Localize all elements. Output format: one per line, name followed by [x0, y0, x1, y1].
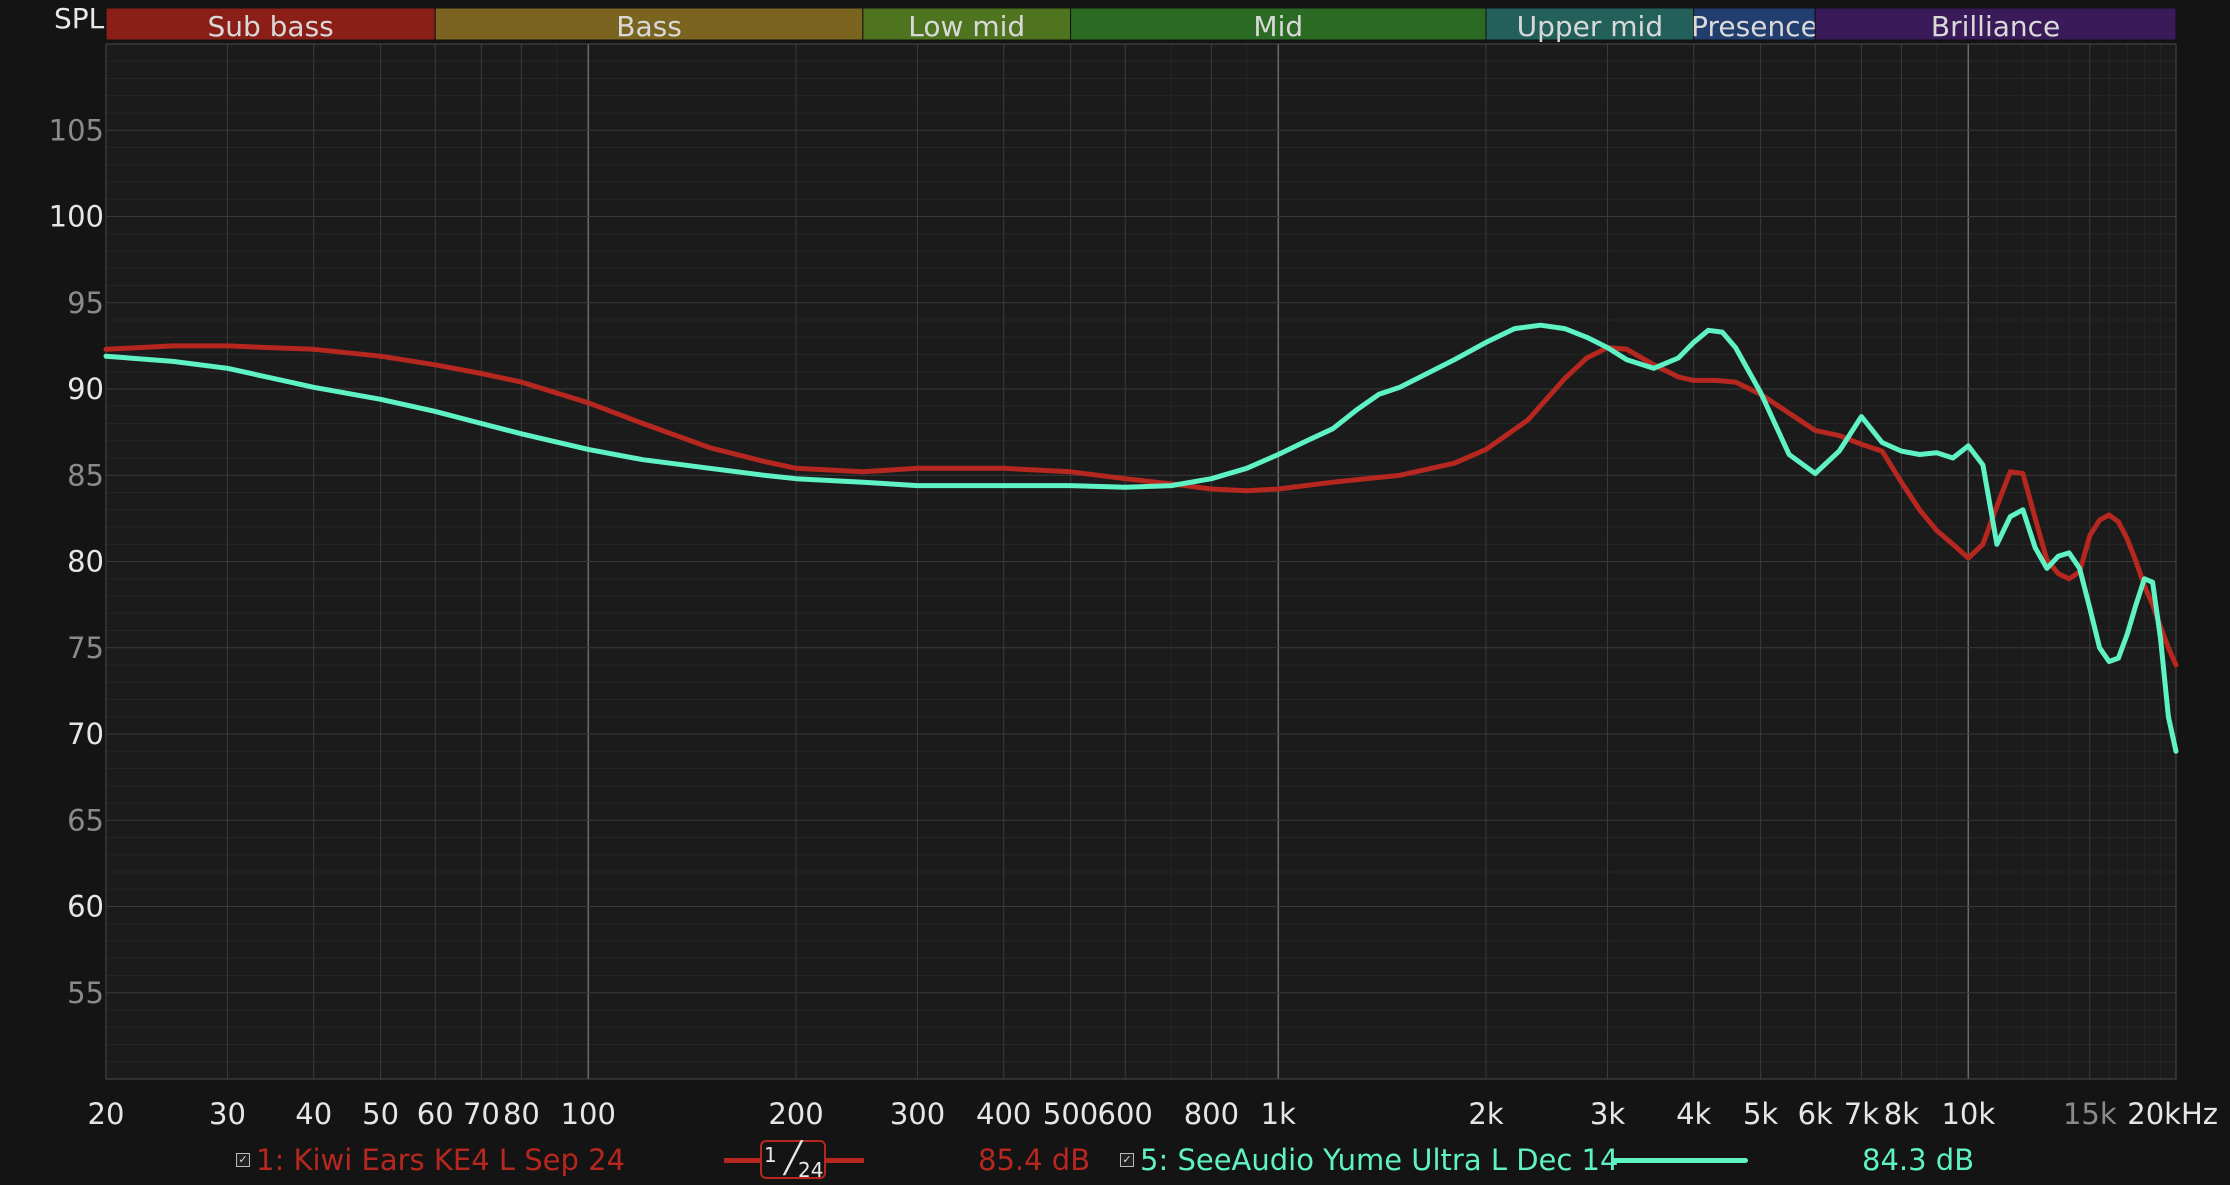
- x-tick-label: 300: [890, 1097, 945, 1131]
- y-tick-label: 95: [67, 286, 104, 320]
- frequency-response-chart: Sub bass Bass Low mid Mid Upper mid Presence B…: [49, 2, 2218, 1131]
- y-tick-label: 100: [49, 200, 104, 234]
- series-2-level: 84.3 dB: [1862, 1143, 1975, 1177]
- series-1-level: 85.4 dB: [978, 1143, 1091, 1177]
- y-tick-label: 105: [49, 113, 104, 147]
- band-label: Presence: [1691, 10, 1818, 43]
- y-tick-label: 90: [67, 372, 104, 406]
- y-tick-label: 70: [67, 717, 104, 751]
- x-tick-label: 8k: [1884, 1097, 1919, 1131]
- x-tick-label: 5k: [1743, 1097, 1778, 1131]
- x-tick-label: 70: [463, 1097, 500, 1131]
- x-tick-label: 50: [362, 1097, 399, 1131]
- series-2-legend-swatch: [1612, 1158, 1748, 1163]
- smoothing-line-left: [724, 1158, 762, 1163]
- x-tick-label: 1k: [1261, 1097, 1296, 1131]
- y-tick-label: 80: [67, 545, 104, 579]
- series-2-checkbox[interactable]: ✓: [1120, 1153, 1134, 1167]
- y-tick-labels: 55 60 65 70 75 80 85 90 95 100 105: [49, 113, 104, 1010]
- band-label: Mid: [1253, 10, 1303, 43]
- y-tick-label: 55: [67, 976, 104, 1010]
- x-tick-label: 2k: [1468, 1097, 1503, 1131]
- x-tick-label: 400: [976, 1097, 1031, 1131]
- smoothing-line-right: [826, 1158, 864, 1163]
- x-tick-label: 30: [209, 1097, 246, 1131]
- x-tick-label: 100: [561, 1097, 616, 1131]
- x-tick-label: 6k: [1798, 1097, 1833, 1131]
- x-tick-label: 60: [417, 1097, 454, 1131]
- y-tick-label: 60: [67, 890, 104, 924]
- x-tick-label: 200: [768, 1097, 823, 1131]
- x-tick-label: 500: [1043, 1097, 1098, 1131]
- x-tick-label: 40: [295, 1097, 332, 1131]
- x-tick-label: 3k: [1590, 1097, 1625, 1131]
- series-2-legend-label[interactable]: 5: SeeAudio Yume Ultra L Dec 14: [1140, 1140, 1618, 1180]
- series-1-checkbox[interactable]: ✓: [236, 1153, 250, 1167]
- x-tick-label: 20kHz: [2127, 1097, 2218, 1131]
- y-axis-label: SPL: [54, 2, 105, 35]
- x-tick-labels: 20 30 40 50 60 70 80 100 200 300 400 500 600 800 1k 2k 3…: [88, 1097, 2218, 1131]
- band-label: Bass: [616, 10, 682, 43]
- smoothing-denominator: 24: [798, 1158, 824, 1182]
- x-tick-label: 15k: [2063, 1097, 2117, 1131]
- x-tick-label: 20: [88, 1097, 125, 1131]
- series-1-legend-label[interactable]: 1: Kiwi Ears KE4 L Sep 24: [256, 1140, 625, 1180]
- y-tick-label: 65: [67, 803, 104, 837]
- y-tick-label: 85: [67, 458, 104, 492]
- band-label: Upper mid: [1517, 10, 1664, 43]
- frequency-bands: Sub bass Bass Low mid Mid Upper mid Presence B…: [105, 7, 2177, 43]
- band-label: Sub bass: [207, 10, 333, 43]
- y-tick-label: 75: [67, 631, 104, 665]
- x-tick-label: 600: [1098, 1097, 1153, 1131]
- x-tick-label: 800: [1184, 1097, 1239, 1131]
- x-tick-label: 10k: [1941, 1097, 1995, 1131]
- x-tick-label: 80: [503, 1097, 540, 1131]
- band-label: Low mid: [908, 10, 1025, 43]
- band-label: Brilliance: [1931, 10, 2060, 43]
- x-tick-label: 4k: [1676, 1097, 1711, 1131]
- x-tick-label: 7k: [1844, 1097, 1879, 1131]
- smoothing-numerator: 1: [764, 1143, 777, 1167]
